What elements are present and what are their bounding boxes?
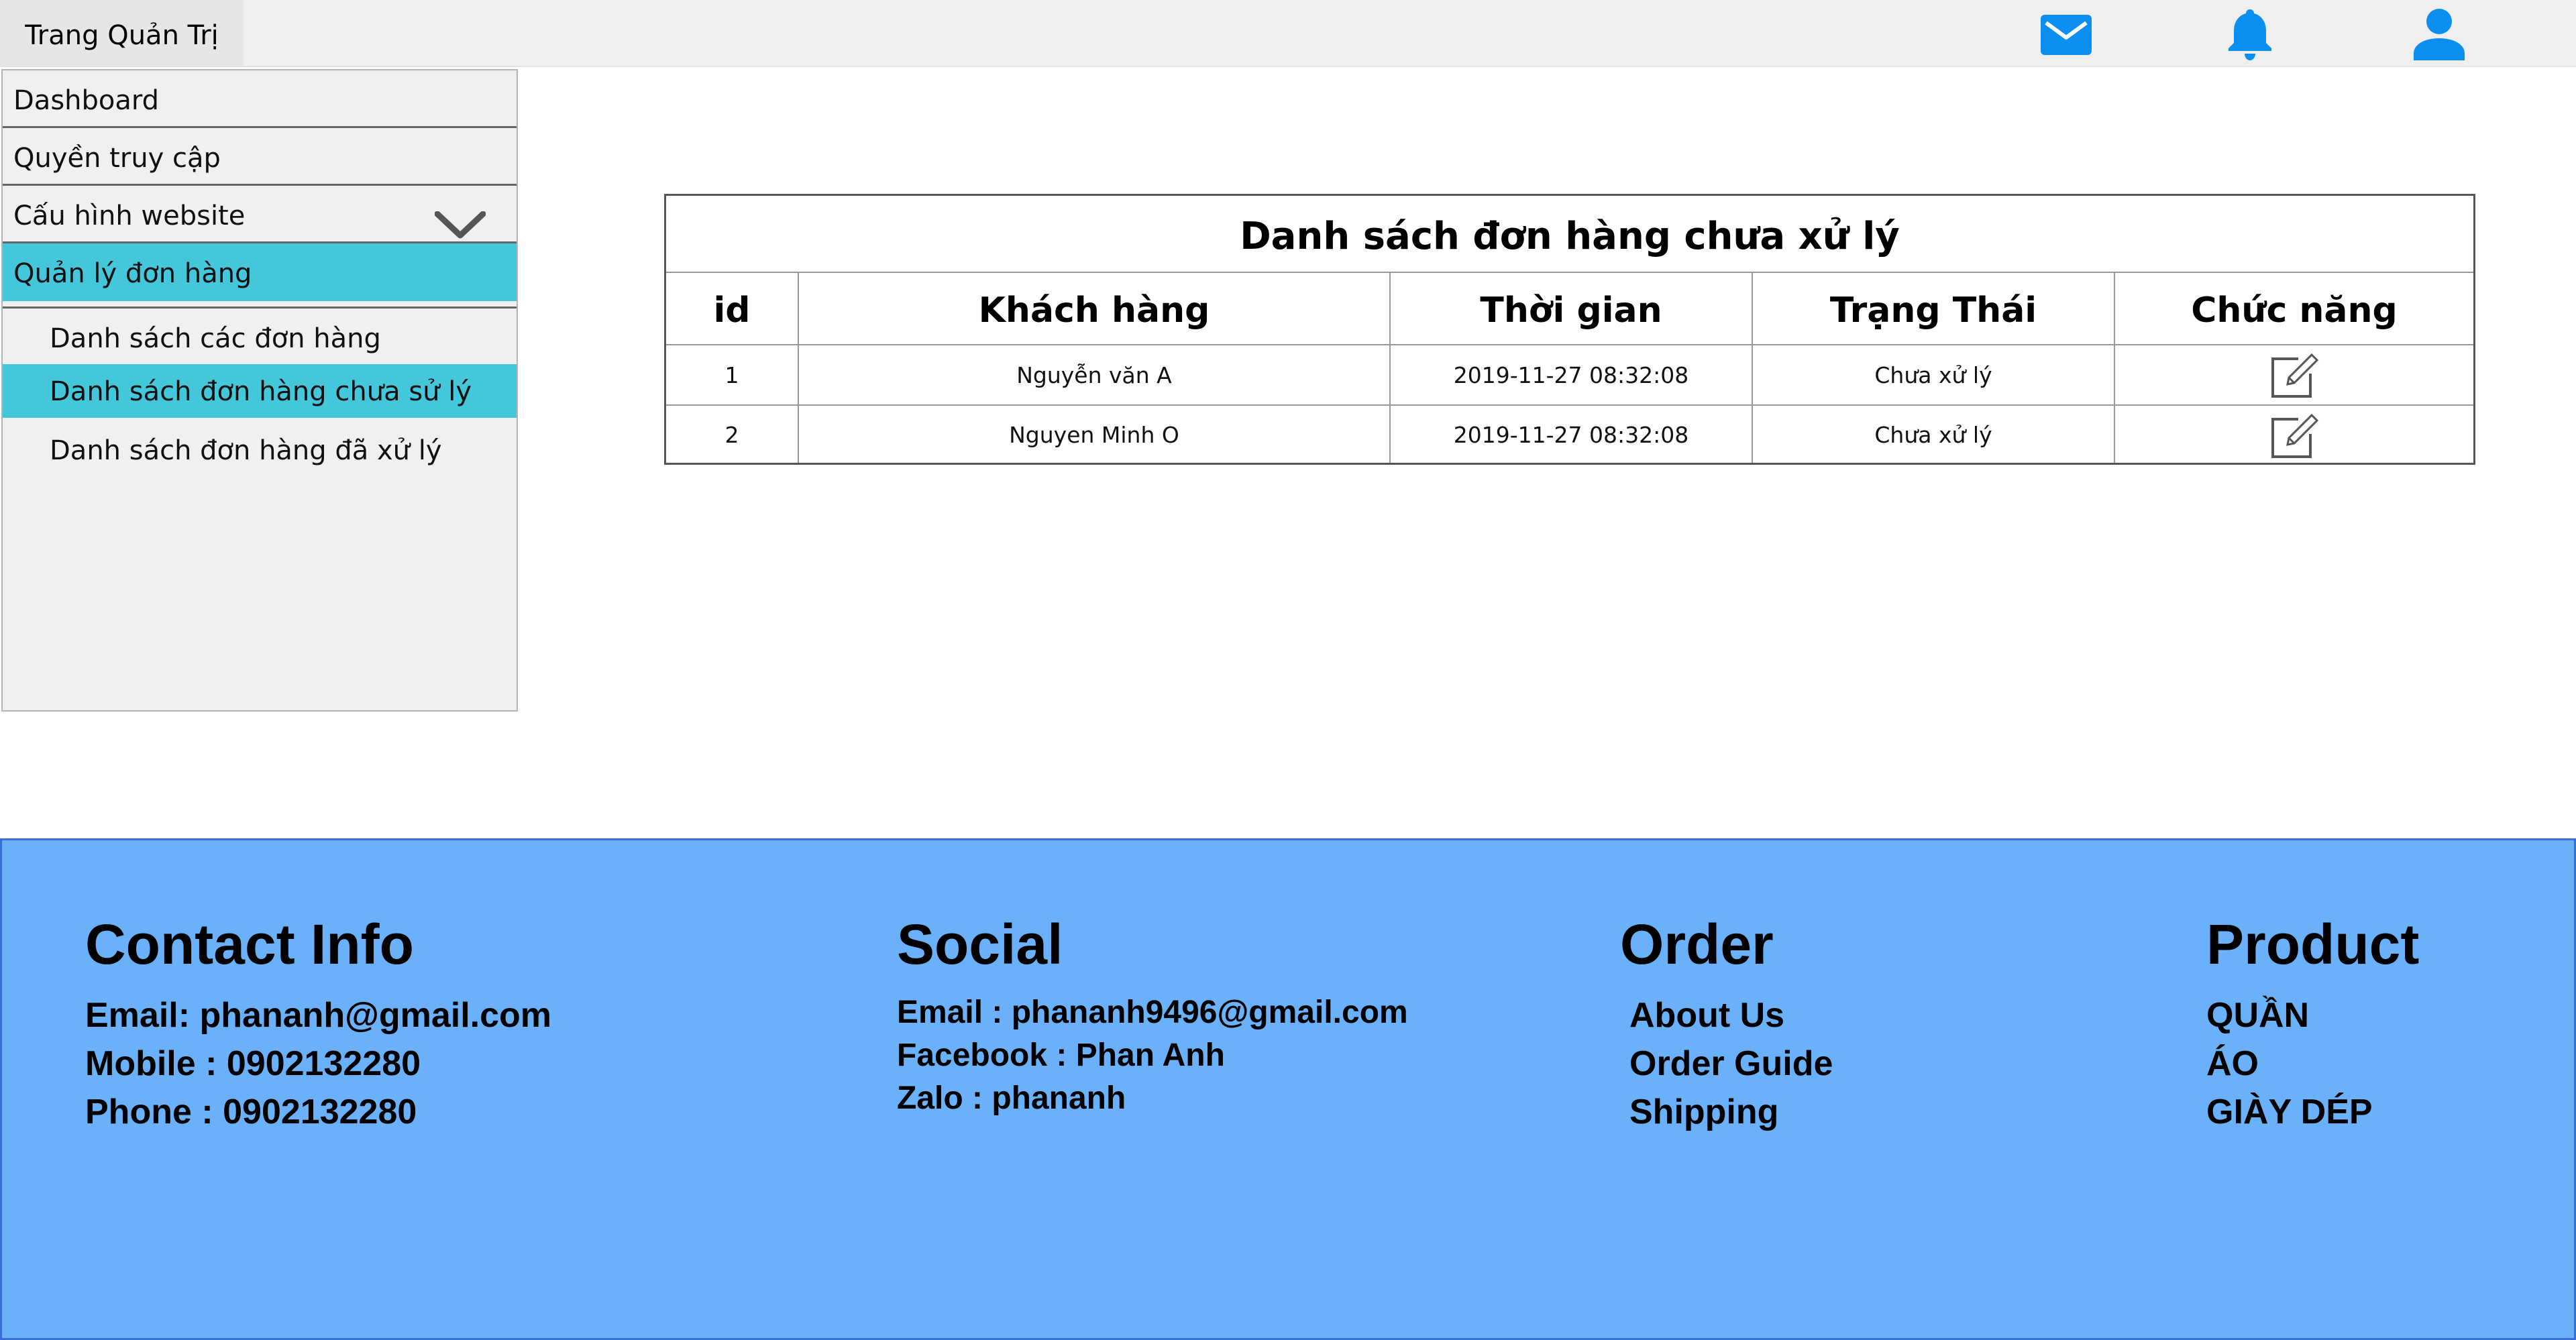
- sidebar-item-label: Quyền truy cập: [13, 143, 221, 174]
- footer-social-facebook[interactable]: Facebook : Phan Anh: [897, 1034, 1408, 1077]
- column-header-id: id: [666, 273, 799, 344]
- sidebar-item-dashboard[interactable]: Dashboard: [3, 70, 517, 128]
- column-header-status: Trạng Thái: [1753, 273, 2115, 344]
- cell-actions: [2115, 406, 2473, 463]
- table-row: 2 Nguyen Minh O 2019-11-27 08:32:08 Chưa…: [666, 406, 2473, 463]
- footer-link-order-guide[interactable]: Order Guide: [1620, 1040, 1833, 1088]
- footer-link-ao[interactable]: ÁO: [2206, 1040, 2419, 1088]
- footer-product-column: Product QUẦN ÁO GIÀY DÉP: [2206, 911, 2419, 1136]
- column-header-customer: Khách hàng: [799, 273, 1391, 344]
- footer-contact-phone: Phone : 0902132280: [85, 1093, 417, 1131]
- sidebar-item-order-management[interactable]: Quản lý đơn hàng: [3, 243, 517, 301]
- cell-time: 2019-11-27 08:32:08: [1391, 345, 1753, 404]
- footer-social-zalo[interactable]: Zalo : phananh: [897, 1077, 1408, 1120]
- column-header-actions: Chức năng: [2191, 290, 2398, 331]
- footer-link-about-us[interactable]: About Us: [1620, 991, 1833, 1040]
- sidebar-item-access-rights[interactable]: Quyền truy cập: [3, 128, 517, 186]
- sidebar-item-label: Danh sách các đơn hàng: [50, 323, 381, 354]
- cell-status: Chưa xử lý: [1753, 345, 2115, 404]
- top-bar: Trang Quản Trị: [0, 0, 2576, 67]
- cell-status: Chưa xử lý: [1753, 406, 2115, 463]
- footer: Contact Info Email: phananh@gmail.com Mo…: [0, 838, 2576, 1340]
- footer-contact-heading: Contact Info: [85, 913, 414, 976]
- user-icon[interactable]: [2412, 8, 2466, 63]
- edit-icon[interactable]: [2269, 413, 2320, 466]
- edit-icon[interactable]: [2269, 353, 2320, 406]
- sidebar-subitem-unprocessed-orders[interactable]: Danh sách đơn hàng chưa sử lý: [3, 364, 517, 418]
- footer-contact-email: Email: phananh@gmail.com: [85, 996, 552, 1035]
- footer-product-heading: Product: [2206, 913, 2420, 976]
- sidebar-item-label: Cấu hình website: [13, 201, 246, 231]
- cell-actions: [2115, 345, 2473, 404]
- cell-time: 2019-11-27 08:32:08: [1391, 406, 1753, 463]
- footer-social-email[interactable]: Email : phananh9496@gmail.com: [897, 991, 1408, 1034]
- sidebar-item-label: Quản lý đơn hàng: [13, 258, 252, 289]
- footer-contact-column: Contact Info Email: phananh@gmail.com Mo…: [85, 911, 551, 1136]
- table-header-row: id Khách hàng Thời gian Trạng Thái Chức …: [666, 273, 2473, 345]
- cell-customer: Nguyen Minh O: [799, 406, 1391, 463]
- footer-link-shipping[interactable]: Shipping: [1620, 1088, 1833, 1136]
- sidebar-item-label: Danh sách đơn hàng đã xử lý: [50, 435, 442, 466]
- cell-customer: Nguyễn văn A: [799, 345, 1391, 404]
- sidebar-item-website-config[interactable]: Cấu hình website: [3, 186, 517, 243]
- table-row: 1 Nguyễn văn A 2019-11-27 08:32:08 Chưa …: [666, 345, 2473, 406]
- bell-icon[interactable]: [2226, 7, 2274, 63]
- column-header-time: Thời gian: [1391, 273, 1753, 344]
- footer-social-heading: Social: [897, 913, 1063, 976]
- orders-table: Danh sách đơn hàng chưa xử lý id Khách h…: [664, 194, 2475, 465]
- footer-link-quan[interactable]: QUẦN: [2206, 991, 2419, 1040]
- table-title: Danh sách đơn hàng chưa xử lý: [666, 196, 2473, 273]
- footer-order-column: Order About Us Order Guide Shipping: [1620, 911, 1833, 1136]
- sidebar-item-label: Danh sách đơn hàng chưa sử lý: [50, 376, 472, 407]
- sidebar-item-label: Dashboard: [13, 85, 160, 116]
- footer-contact-mobile: Mobile : 0902132280: [85, 1044, 421, 1083]
- cell-id: 2: [666, 406, 799, 463]
- sidebar: Dashboard Quyền truy cập Cấu hình websit…: [1, 69, 518, 712]
- mail-icon[interactable]: [2039, 13, 2093, 59]
- cell-id: 1: [666, 345, 799, 404]
- footer-social-column: Social Email : phananh9496@gmail.com Fac…: [897, 911, 1408, 1120]
- sidebar-subitem-all-orders[interactable]: Danh sách các đơn hàng: [3, 306, 517, 364]
- footer-order-heading: Order: [1620, 913, 1774, 976]
- footer-link-giay-dep[interactable]: GIÀY DÉP: [2206, 1088, 2419, 1136]
- app-title-tab[interactable]: Trang Quản Trị: [0, 0, 244, 66]
- sidebar-subitem-processed-orders[interactable]: Danh sách đơn hàng đã xử lý: [3, 421, 517, 478]
